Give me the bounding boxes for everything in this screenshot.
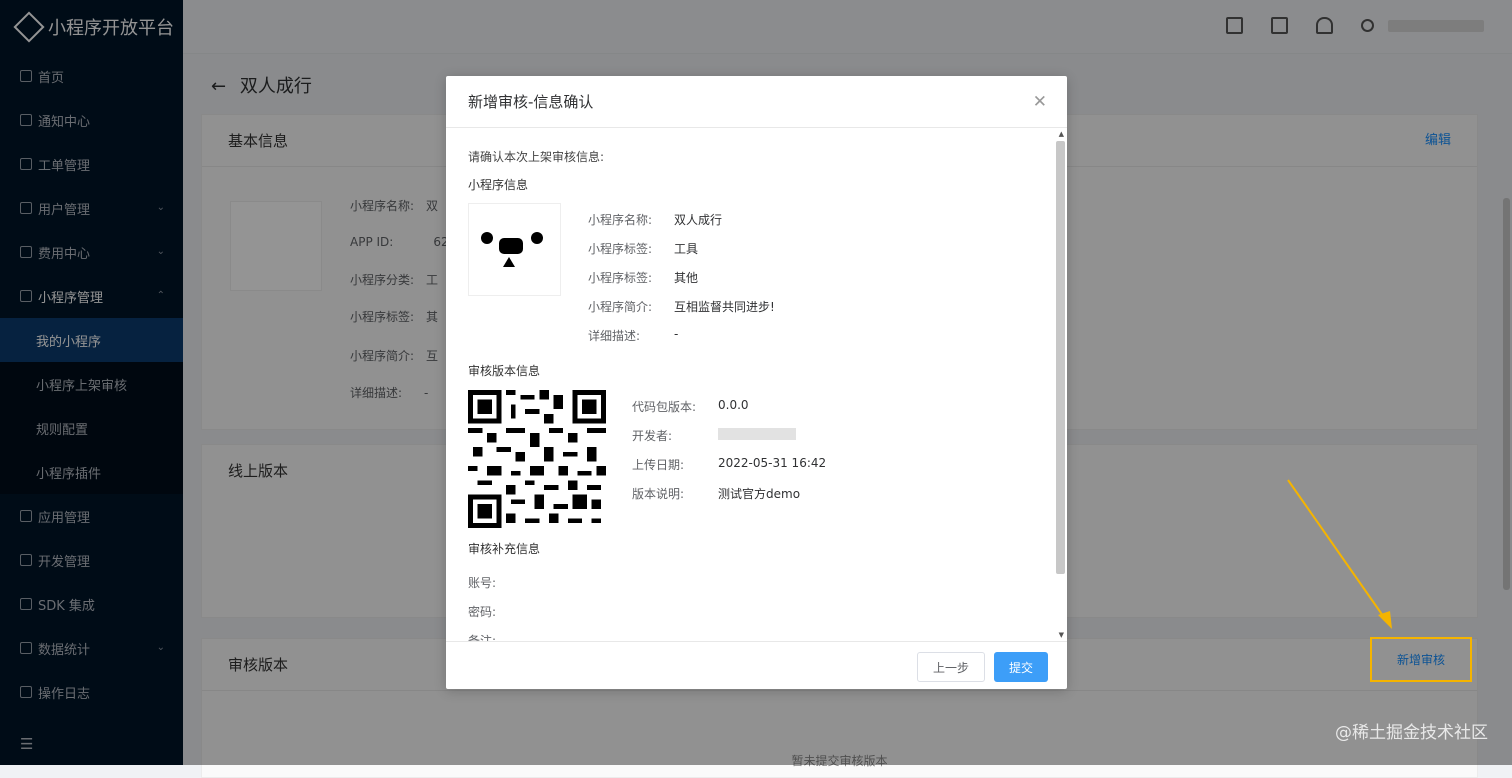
prev-step-button[interactable]: 上一步: [917, 652, 985, 682]
audit-confirm-dialog: 新增审核-信息确认 ✕ 请确认本次上架审核信息: 小程序信息 小程序名称:双人成…: [446, 76, 1067, 689]
app-info-row: 小程序名称:双人成行: [588, 211, 652, 228]
new-audit-button-highlight: [1370, 637, 1472, 682]
scroll-up-icon[interactable]: ▲: [1059, 130, 1064, 138]
version-info-row: 版本说明:测试官方demo: [632, 485, 684, 502]
submit-button[interactable]: 提交: [994, 652, 1048, 682]
extra-info-title: 审核补充信息: [468, 540, 540, 557]
qr-code-icon: [468, 390, 606, 528]
dialog-body: 请确认本次上架审核信息: 小程序信息 小程序名称:双人成行 小程序标签:工具 小…: [446, 128, 1067, 641]
extra-info-account: 账号:: [468, 574, 496, 591]
extra-info-remark: 备注:: [468, 632, 496, 641]
version-info-row: 上传日期:2022-05-31 16:42: [632, 456, 684, 473]
app-info-row: 小程序标签:其他: [588, 269, 652, 286]
developer-blurred: [718, 428, 796, 440]
dialog-scrollbar[interactable]: [1056, 141, 1065, 574]
version-info-row: 代码包版本:0.0.0: [632, 398, 696, 415]
version-info-row: 开发者:: [632, 427, 672, 444]
version-info-title: 审核版本信息: [468, 362, 540, 379]
close-icon[interactable]: ✕: [1033, 92, 1047, 112]
watermark: @稀土掘金技术社区: [1335, 718, 1488, 743]
annotation-arrow-icon: [1280, 475, 1400, 635]
dialog-intro: 请确认本次上架审核信息:: [468, 148, 604, 165]
app-info-row: 详细描述:-: [588, 327, 640, 344]
miniapp-avatar: [468, 203, 561, 296]
dialog-footer: 上一步 提交: [446, 641, 1067, 689]
extra-info-password: 密码:: [468, 603, 496, 620]
dialog-title: 新增审核-信息确认: [446, 76, 1067, 128]
app-info-row: 小程序简介:互相监督共同进步!: [588, 298, 652, 315]
scroll-down-icon[interactable]: ▼: [1059, 631, 1064, 639]
app-info-row: 小程序标签:工具: [588, 240, 652, 257]
app-info-title: 小程序信息: [468, 176, 528, 193]
